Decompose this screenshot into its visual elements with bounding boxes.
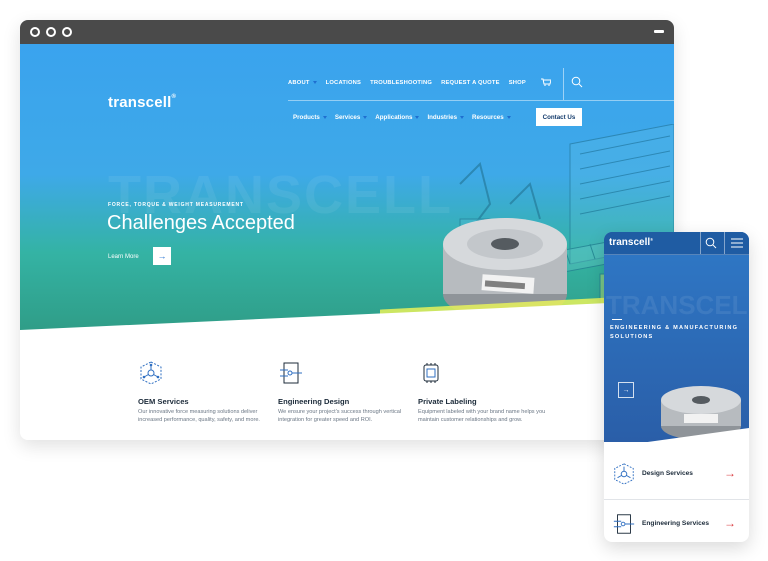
header-divider [724, 232, 725, 254]
search-icon[interactable] [705, 237, 717, 249]
arrow-right-icon: → [157, 251, 167, 261]
row-divider [604, 499, 749, 500]
feature-text: Our innovative force measuring solutions… [138, 409, 260, 423]
mobile-header: transcell® [604, 232, 749, 255]
logo-registered-mark: ® [171, 94, 177, 100]
network-hub-icon [614, 463, 634, 485]
hero-eyebrow: FORCE, TORQUE & WEIGHT MEASUREMENT [108, 202, 244, 208]
hero-section: transcell® ABOUT LOCATIONS TROUBLESHOOTI… [20, 44, 674, 334]
hero-headline: Challenges Accepted [107, 212, 295, 234]
mobile-row-label: Design Services [642, 470, 693, 477]
logo-text: transcell [108, 94, 172, 111]
arrow-right-icon: → [622, 386, 630, 394]
title-accent-line [612, 319, 622, 320]
nav-applications-label: Applications [375, 114, 413, 121]
header-divider [700, 232, 701, 254]
mobile-row-engineering-services[interactable]: Engineering Services → [604, 504, 749, 542]
feature-title: Private Labeling [418, 397, 477, 406]
nav-industries[interactable]: Industries [427, 114, 465, 121]
nav-resources[interactable]: Resources [472, 114, 511, 121]
nav-request-quote[interactable]: REQUEST A QUOTE [441, 80, 500, 86]
mobile-hero-arrow-button[interactable]: → [618, 382, 634, 398]
feature-text: We ensure your project's success through… [278, 409, 402, 423]
chip-label-icon [423, 363, 439, 383]
arrow-right-icon[interactable]: → [724, 466, 736, 480]
search-icon[interactable] [571, 76, 583, 88]
nav-locations[interactable]: LOCATIONS [326, 80, 362, 86]
top-nav: ABOUT LOCATIONS TROUBLESHOOTING REQUEST … [288, 80, 526, 86]
mobile-row-design-services[interactable]: Design Services → [604, 454, 749, 494]
main-nav: Products Services Applications Industrie… [293, 114, 511, 121]
mobile-hero-title: ENGINEERING & MANUFACTURING SOLUTIONS [610, 325, 739, 340]
feature-title: OEM Services [138, 397, 189, 406]
site-logo[interactable]: transcell® [108, 94, 176, 111]
window-zoom-dot[interactable] [62, 27, 72, 37]
nav-applications[interactable]: Applications [375, 114, 420, 121]
nav-services[interactable]: Services [334, 114, 368, 121]
nav-about-label: ABOUT [288, 80, 310, 86]
desktop-browser-window: transcell® ABOUT LOCATIONS TROUBLESHOOTI… [20, 20, 674, 440]
nav-products-label: Products [293, 114, 320, 121]
mobile-preview: transcell® TRANSCELL ENGINEERING & MANUF… [604, 232, 749, 542]
chevron-down-icon [322, 115, 327, 119]
circuit-design-icon [280, 362, 302, 384]
chevron-down-icon [363, 115, 368, 119]
feature-title: Engineering Design [278, 397, 350, 406]
features-row: OEM Services Our innovative force measur… [138, 360, 658, 440]
minimize-icon[interactable] [654, 30, 664, 33]
nav-resources-label: Resources [472, 114, 504, 121]
nav-shop[interactable]: SHOP [509, 80, 526, 86]
chevron-down-icon [415, 115, 420, 119]
network-hub-icon [140, 361, 162, 385]
mobile-row-label: Engineering Services [642, 520, 710, 527]
hamburger-menu-icon[interactable] [731, 238, 743, 248]
learn-more-link[interactable]: Learn More [108, 254, 139, 260]
mobile-logo-registered-mark: ® [650, 237, 654, 242]
window-title-bar [20, 20, 674, 44]
nav-troubleshooting[interactable]: TROUBLESHOOTING [370, 80, 432, 86]
feature-oem-services[interactable]: OEM Services Our innovative force measur… [138, 360, 268, 424]
chevron-down-icon [460, 115, 465, 119]
mobile-hero: transcell® TRANSCELL ENGINEERING & MANUF… [604, 232, 749, 442]
nav-products[interactable]: Products [293, 114, 327, 121]
arrow-right-icon[interactable]: → [724, 516, 736, 530]
feature-text: Equipment labeled with your brand name h… [418, 409, 546, 423]
nav-industries-label: Industries [427, 114, 458, 121]
cart-icon[interactable] [541, 78, 551, 86]
mobile-hero-watermark: TRANSCELL [606, 290, 749, 320]
window-minimize-dot[interactable] [46, 27, 56, 37]
chevron-down-icon [506, 115, 511, 119]
circuit-design-icon [613, 514, 635, 534]
learn-more-arrow-button[interactable]: → [153, 247, 171, 265]
feature-private-labeling[interactable]: Private Labeling Equipment labeled with … [418, 360, 548, 424]
feature-engineering-design[interactable]: Engineering Design We ensure your projec… [278, 360, 408, 424]
nav-divider [563, 68, 564, 100]
nav-about[interactable]: ABOUT [288, 80, 317, 86]
mobile-logo-text: transcell [609, 237, 651, 248]
nav-services-label: Services [334, 114, 361, 121]
nav-rule [288, 100, 674, 101]
chevron-down-icon [312, 80, 317, 84]
mobile-logo[interactable]: transcell® [609, 237, 653, 248]
window-close-dot[interactable] [30, 27, 40, 37]
